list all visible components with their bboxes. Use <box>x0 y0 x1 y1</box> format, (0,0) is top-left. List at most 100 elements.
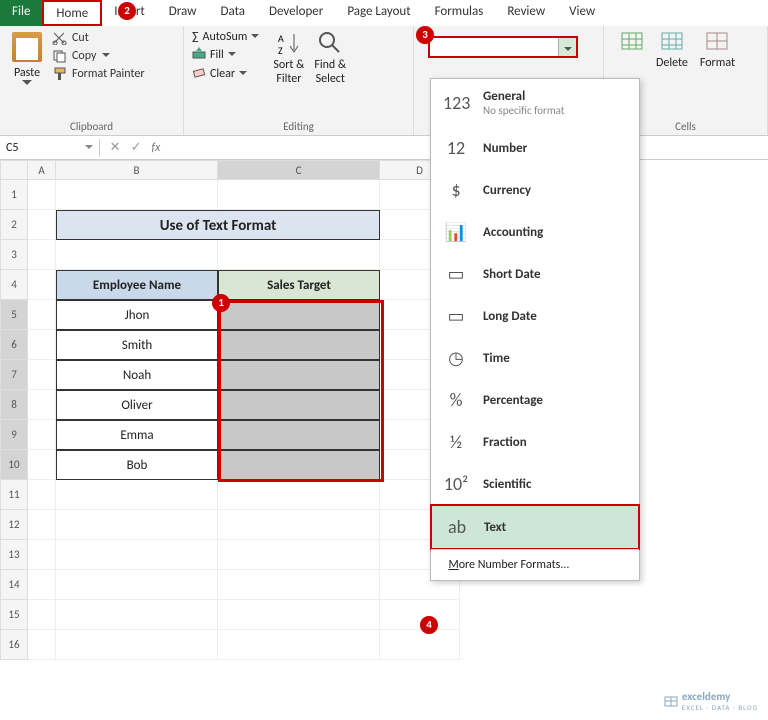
fill-button[interactable]: Fill <box>192 47 259 63</box>
cell[interactable] <box>218 600 380 630</box>
cell[interactable] <box>56 510 218 540</box>
row-header[interactable]: 12 <box>0 510 28 540</box>
cell[interactable] <box>218 630 380 660</box>
row-header[interactable]: 10 <box>0 450 28 480</box>
row-header[interactable]: 16 <box>0 630 28 660</box>
tab-developer[interactable]: Developer <box>257 0 335 26</box>
cell[interactable] <box>28 600 56 630</box>
cell[interactable] <box>28 510 56 540</box>
autosum-button[interactable]: ∑ AutoSum <box>192 30 259 44</box>
row-header[interactable]: 15 <box>0 600 28 630</box>
cell[interactable] <box>28 540 56 570</box>
cell[interactable] <box>218 330 380 360</box>
cell[interactable] <box>56 570 218 600</box>
format-cells-button[interactable]: Format <box>700 30 735 70</box>
tab-view[interactable]: View <box>557 0 607 26</box>
cell[interactable] <box>218 480 380 510</box>
cell[interactable] <box>218 450 380 480</box>
cell[interactable] <box>56 240 218 270</box>
cell[interactable] <box>28 300 56 330</box>
cell[interactable] <box>218 180 380 210</box>
cell[interactable] <box>28 210 56 240</box>
format-painter-button[interactable]: Format Painter <box>50 66 147 82</box>
cell[interactable] <box>28 240 56 270</box>
cell[interactable]: Noah <box>56 360 218 390</box>
cell[interactable] <box>218 570 380 600</box>
chevron-down-icon[interactable] <box>558 38 576 56</box>
cell[interactable] <box>56 480 218 510</box>
clear-button[interactable]: Clear <box>192 66 259 82</box>
format-option-currency[interactable]: $Currency <box>431 169 639 211</box>
enter-icon[interactable]: ✓ <box>131 140 142 155</box>
cell[interactable] <box>28 180 56 210</box>
cell[interactable]: Jhon <box>56 300 218 330</box>
find-select-button[interactable]: Find & Select <box>314 30 346 86</box>
tab-home[interactable]: Home <box>42 0 102 26</box>
cell[interactable]: Use of Text Format <box>56 210 380 240</box>
cell[interactable] <box>56 600 218 630</box>
cut-button[interactable]: Cut <box>50 30 147 46</box>
format-option-general[interactable]: 123GeneralNo specific format <box>431 79 639 127</box>
fx-icon[interactable]: fx <box>151 141 160 155</box>
cancel-icon[interactable]: ✕ <box>110 140 121 155</box>
row-header[interactable]: 8 <box>0 390 28 420</box>
row-header[interactable]: 11 <box>0 480 28 510</box>
format-option-fraction[interactable]: ½Fraction <box>431 421 639 463</box>
format-option-short-date[interactable]: ▭Short Date <box>431 253 639 295</box>
col-header[interactable]: B <box>56 160 218 180</box>
format-option-accounting[interactable]: 📊Accounting <box>431 211 639 253</box>
cell[interactable] <box>28 360 56 390</box>
tab-review[interactable]: Review <box>495 0 557 26</box>
cell[interactable] <box>28 630 56 660</box>
row-header[interactable]: 6 <box>0 330 28 360</box>
cell[interactable] <box>28 420 56 450</box>
cell[interactable] <box>380 630 460 660</box>
copy-button[interactable]: Copy <box>50 48 147 64</box>
row-header[interactable]: 14 <box>0 570 28 600</box>
format-option-time[interactable]: ◷Time <box>431 337 639 379</box>
row-header[interactable]: 13 <box>0 540 28 570</box>
cell[interactable] <box>218 510 380 540</box>
more-number-formats[interactable]: More Number Formats... <box>431 549 639 580</box>
format-option-text[interactable]: abText <box>430 504 640 550</box>
cell[interactable]: Sales Target <box>218 270 380 300</box>
number-format-dropdown[interactable] <box>422 30 584 60</box>
row-header[interactable]: 7 <box>0 360 28 390</box>
cell[interactable] <box>218 540 380 570</box>
row-header[interactable]: 1 <box>0 180 28 210</box>
cell[interactable]: Smith <box>56 330 218 360</box>
col-header[interactable]: A <box>28 160 56 180</box>
cell[interactable] <box>56 180 218 210</box>
cell[interactable]: Employee Name <box>56 270 218 300</box>
tab-file[interactable]: File <box>0 0 42 26</box>
cell[interactable] <box>56 540 218 570</box>
cell[interactable]: Bob <box>56 450 218 480</box>
cell[interactable] <box>218 360 380 390</box>
delete-cells-button[interactable]: Delete <box>656 30 688 70</box>
cell[interactable] <box>218 300 380 330</box>
row-header[interactable]: 4 <box>0 270 28 300</box>
cell[interactable] <box>28 480 56 510</box>
tab-formulas[interactable]: Formulas <box>423 0 496 26</box>
cell[interactable] <box>28 450 56 480</box>
cell[interactable]: Oliver <box>56 390 218 420</box>
cell[interactable] <box>218 240 380 270</box>
cell[interactable]: Emma <box>56 420 218 450</box>
cell[interactable] <box>28 390 56 420</box>
sort-filter-button[interactable]: AZ Sort & Filter <box>273 30 304 86</box>
cell[interactable] <box>28 330 56 360</box>
cell[interactable] <box>28 570 56 600</box>
cell[interactable] <box>56 630 218 660</box>
cell[interactable] <box>28 270 56 300</box>
name-box[interactable]: C5 <box>0 139 100 157</box>
col-header[interactable]: C <box>218 160 380 180</box>
cell[interactable] <box>218 420 380 450</box>
tab-draw[interactable]: Draw <box>157 0 209 26</box>
format-option-percentage[interactable]: %Percentage <box>431 379 639 421</box>
row-header[interactable]: 5 <box>0 300 28 330</box>
format-option-scientific[interactable]: 10²Scientific <box>431 463 639 505</box>
cell[interactable] <box>218 390 380 420</box>
row-header[interactable]: 2 <box>0 210 28 240</box>
row-header[interactable]: 9 <box>0 420 28 450</box>
format-option-number[interactable]: 12Number <box>431 127 639 169</box>
